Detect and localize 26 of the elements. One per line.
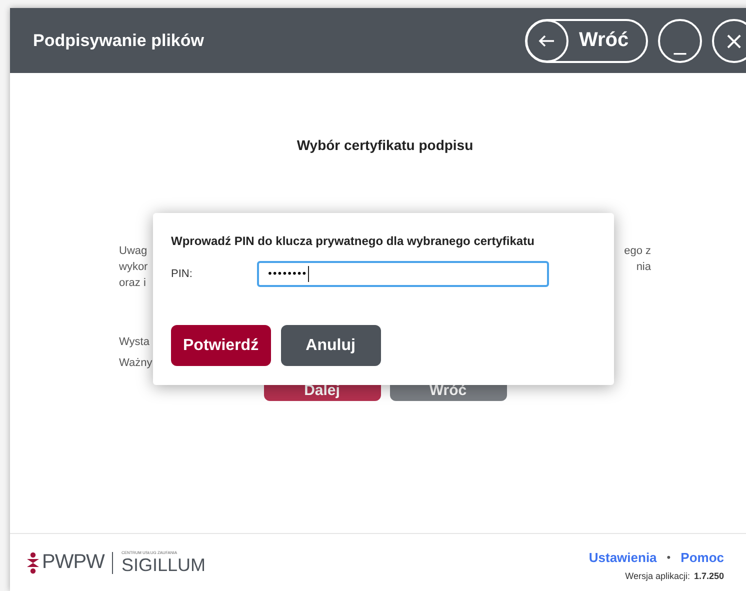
close-button[interactable]: × — [712, 18, 746, 62]
notice-text: nia — [636, 260, 651, 275]
arrow-left-icon — [525, 18, 569, 62]
logo-product: SIGILLUM — [121, 555, 206, 575]
notice-text: ego z — [624, 244, 651, 259]
footer-link[interactable]: Ustawienia — [588, 550, 657, 565]
logo-brand: PWPW — [42, 551, 104, 574]
footer-link[interactable]: Pomoc — [680, 550, 724, 565]
version-label: Wersja aplikacji: — [625, 571, 690, 581]
pin-field[interactable]: •••••••• — [257, 261, 549, 287]
notice-text: Uwag — [119, 244, 148, 259]
notice-text: oraz i — [119, 276, 146, 291]
minimize-button[interactable]: _ — [658, 18, 702, 62]
separator-dot: • — [666, 552, 671, 564]
confirm-button[interactable]: Potwierdź — [171, 325, 271, 366]
field-label: Wysta — [119, 336, 150, 348]
version-number: 1.7.250 — [694, 571, 724, 581]
field-label: Ważny — [119, 357, 152, 369]
dialog-title: Wprowadź PIN do klucza prywatnego dla wybranego certyfikatu — [171, 234, 536, 248]
notice-text: wykor — [119, 260, 148, 275]
pin-label: PIN: — [171, 268, 194, 280]
logo-icon — [27, 552, 39, 574]
back-button[interactable]: Wróć — [525, 18, 648, 62]
window-title: Podpisywanie plików — [33, 30, 205, 50]
page-heading: Wybór certyfikatu podpisu — [296, 137, 474, 153]
cancel-button[interactable]: Anuluj — [280, 325, 381, 366]
